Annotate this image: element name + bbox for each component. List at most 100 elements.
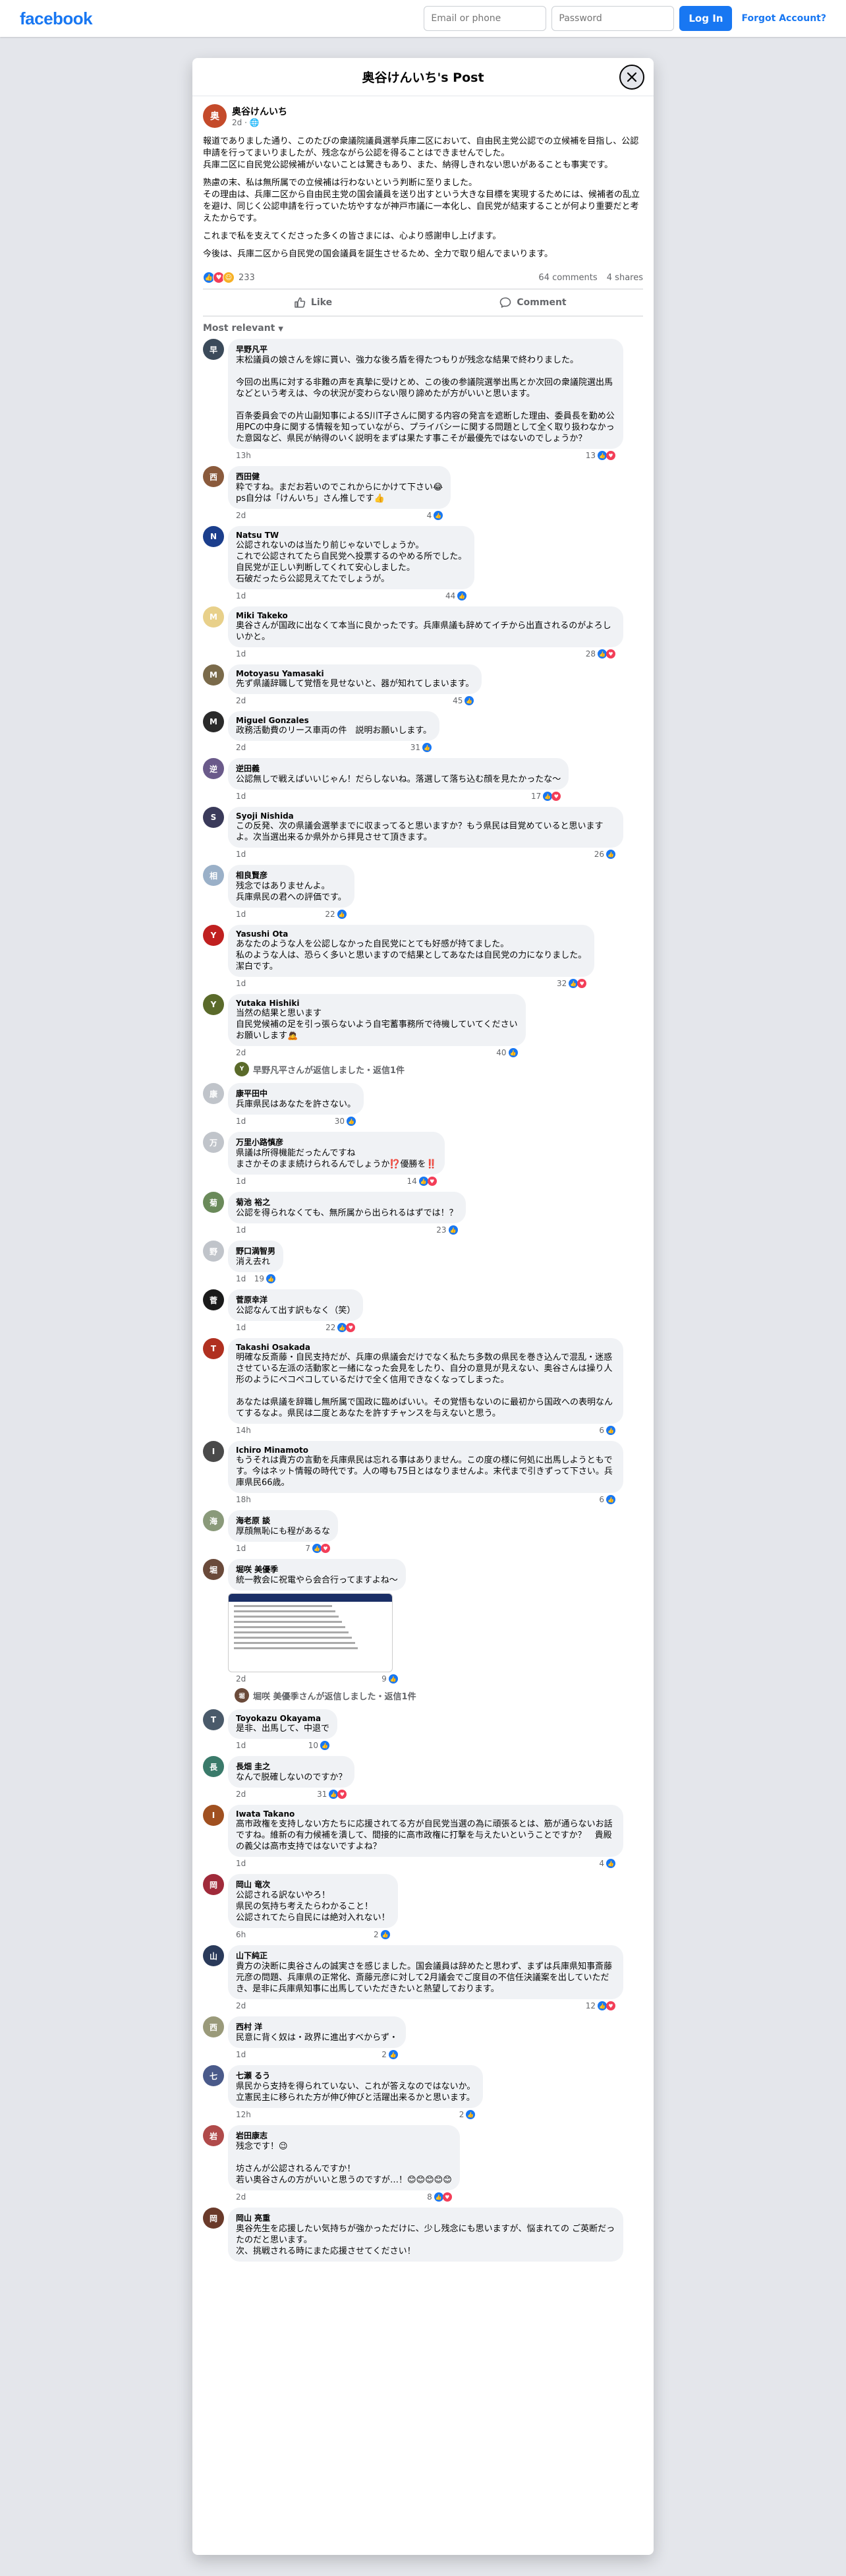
comment-reactions[interactable]: 6 👍 xyxy=(599,1495,615,1504)
comment-reactions[interactable]: 17 👍 ♥ xyxy=(531,792,561,801)
commenter-name[interactable]: Syoji Nishida xyxy=(236,811,615,821)
avatar[interactable]: T xyxy=(203,1338,224,1359)
comment-image-thumbnail[interactable] xyxy=(228,1593,393,1672)
comment-reactions[interactable]: 26 👍 xyxy=(594,850,615,859)
password-field[interactable] xyxy=(551,6,675,31)
close-button[interactable] xyxy=(619,65,644,90)
commenter-name[interactable]: 岡山 竜次 xyxy=(236,1879,390,1890)
comment-reactions[interactable]: 14 👍 ♥ xyxy=(407,1177,437,1186)
commenter-name[interactable]: 西田健 xyxy=(236,471,443,482)
commenter-name[interactable]: Motoyasu Yamasaki xyxy=(236,669,474,678)
comment-reactions[interactable]: 6 👍 xyxy=(599,1426,615,1435)
commenter-name[interactable]: 西村 洋 xyxy=(236,2021,398,2032)
avatar[interactable]: 万 xyxy=(203,1132,224,1153)
comment-reactions[interactable]: 40 👍 xyxy=(496,1048,518,1057)
commenter-name[interactable]: Miki Takeko xyxy=(236,611,615,620)
avatar[interactable]: 野 xyxy=(203,1241,224,1262)
reaction-summary[interactable]: 👍 ♥ ☺ 233 xyxy=(203,272,255,283)
comment-time[interactable]: 2d xyxy=(236,2192,246,2202)
comment-time[interactable]: 1d xyxy=(236,1117,246,1126)
commenter-name[interactable]: 万里小路慎彦 xyxy=(236,1136,437,1148)
avatar[interactable]: 岡 xyxy=(203,2208,224,2229)
facebook-logo[interactable]: facebook xyxy=(20,9,93,29)
avatar[interactable]: I xyxy=(203,1805,224,1826)
avatar[interactable]: 早 xyxy=(203,339,224,360)
comment-time[interactable]: 1d xyxy=(236,1177,246,1186)
comment-time[interactable]: 2d xyxy=(236,2001,246,2010)
comment-time[interactable]: 2d xyxy=(236,1048,246,1057)
avatar[interactable]: 康 xyxy=(203,1083,224,1104)
comment-time[interactable]: 6h xyxy=(236,1930,246,1939)
avatar[interactable]: T xyxy=(203,1709,224,1730)
comment-reactions[interactable]: 30 👍 xyxy=(335,1117,356,1126)
comment-reactions[interactable]: 12 👍 ♥ xyxy=(586,2001,615,2010)
comment-reactions[interactable]: 2 👍 xyxy=(381,2050,398,2059)
comment-reactions[interactable]: 8 👍 ♥ xyxy=(427,2192,452,2202)
avatar[interactable]: 菊 xyxy=(203,1192,224,1213)
comment-reactions[interactable]: 22 👍 xyxy=(325,910,347,919)
comment-time[interactable]: 13h xyxy=(236,451,251,460)
commenter-name[interactable]: 堀咲 美優季 xyxy=(236,1564,398,1575)
author-name[interactable]: 奥谷けんいち xyxy=(232,105,287,118)
commenter-name[interactable]: 菊池 裕之 xyxy=(236,1196,458,1208)
comment-reactions[interactable]: 22 👍 ♥ xyxy=(325,1323,356,1332)
commenter-name[interactable]: 康平田中 xyxy=(236,1088,356,1099)
avatar[interactable]: 奥 xyxy=(203,104,227,128)
avatar[interactable]: I xyxy=(203,1441,224,1462)
commenter-name[interactable]: Yutaka Hishiki xyxy=(236,999,518,1008)
commenter-name[interactable]: Yasushi Ota xyxy=(236,929,586,939)
comment-time[interactable]: 1d xyxy=(236,792,246,801)
shares-count[interactable]: 4 shares xyxy=(607,273,643,283)
comment-time[interactable]: 1d xyxy=(236,1859,246,1868)
comment-time[interactable]: 1d xyxy=(236,1544,246,1553)
avatar[interactable]: 山 xyxy=(203,1945,224,1966)
comment-time[interactable]: 1d xyxy=(236,591,246,600)
commenter-name[interactable]: 海老原 談 xyxy=(236,1515,330,1526)
commenter-name[interactable]: 岡山 亮重 xyxy=(236,2212,615,2223)
avatar[interactable]: 七 xyxy=(203,2065,224,2086)
comment-reactions[interactable]: 13 👍 ♥ xyxy=(586,451,615,460)
like-button[interactable]: Like xyxy=(203,292,423,313)
login-button[interactable]: Log In xyxy=(679,6,733,31)
avatar[interactable]: 海 xyxy=(203,1510,224,1531)
avatar[interactable]: 菅 xyxy=(203,1289,224,1310)
comment-time[interactable]: 1d xyxy=(236,1225,246,1235)
reply-thread-link[interactable]: Y 早野凡平さんが返信しました・返信1件 xyxy=(235,1062,643,1076)
commenter-name[interactable]: 山下純正 xyxy=(236,1950,615,1961)
comment-reactions[interactable]: 2 👍 xyxy=(459,2110,476,2119)
comment-time[interactable]: 1d xyxy=(236,910,246,919)
avatar[interactable]: 相 xyxy=(203,865,224,886)
comment-time[interactable]: 14h xyxy=(236,1426,251,1435)
comment-reactions[interactable]: 28 👍 ♥ xyxy=(586,649,615,659)
avatar[interactable]: 岩 xyxy=(203,2125,224,2146)
comment-time[interactable]: 2d xyxy=(236,1674,246,1683)
commenter-name[interactable]: Natsu TW xyxy=(236,531,466,540)
avatar[interactable]: Y xyxy=(203,994,224,1015)
comment-time[interactable]: 1d xyxy=(236,2050,246,2059)
commenter-name[interactable]: Iwata Takano xyxy=(236,1809,615,1819)
comment-time[interactable]: 1d xyxy=(236,979,246,988)
comment-reactions[interactable]: 31 👍 xyxy=(410,743,432,752)
comment-time[interactable]: 1d xyxy=(236,850,246,859)
comment-time[interactable]: 1d xyxy=(236,1323,246,1332)
commenter-name[interactable]: Toyokazu Okayama xyxy=(236,1714,329,1723)
avatar[interactable]: M xyxy=(203,711,224,732)
comment-reactions[interactable]: 45 👍 xyxy=(453,696,474,705)
commenter-name[interactable]: 相良賢彦 xyxy=(236,869,347,881)
avatar[interactable]: 逆 xyxy=(203,758,224,779)
commenter-name[interactable]: 岩田康志 xyxy=(236,2130,452,2141)
commenter-name[interactable]: 野口満智男 xyxy=(236,1245,275,1256)
avatar[interactable]: M xyxy=(203,664,224,686)
avatar[interactable]: 長 xyxy=(203,1756,224,1777)
comment-reactions[interactable]: 44 👍 xyxy=(445,591,467,600)
avatar[interactable]: 西 xyxy=(203,2016,224,2037)
avatar[interactable]: N xyxy=(203,526,224,547)
comment-button[interactable]: Comment xyxy=(423,292,643,313)
commenter-name[interactable]: 菅原幸洋 xyxy=(236,1294,355,1305)
commenter-name[interactable]: 長畑 圭之 xyxy=(236,1761,347,1772)
commenter-name[interactable]: Miguel Gonzales xyxy=(236,716,432,725)
comment-reactions[interactable]: 9 👍 xyxy=(381,1674,398,1683)
comment-reactions[interactable]: 31 👍 ♥ xyxy=(317,1790,347,1799)
comment-reactions[interactable]: 4 👍 xyxy=(427,511,443,520)
comment-time[interactable]: 2d xyxy=(236,743,246,752)
